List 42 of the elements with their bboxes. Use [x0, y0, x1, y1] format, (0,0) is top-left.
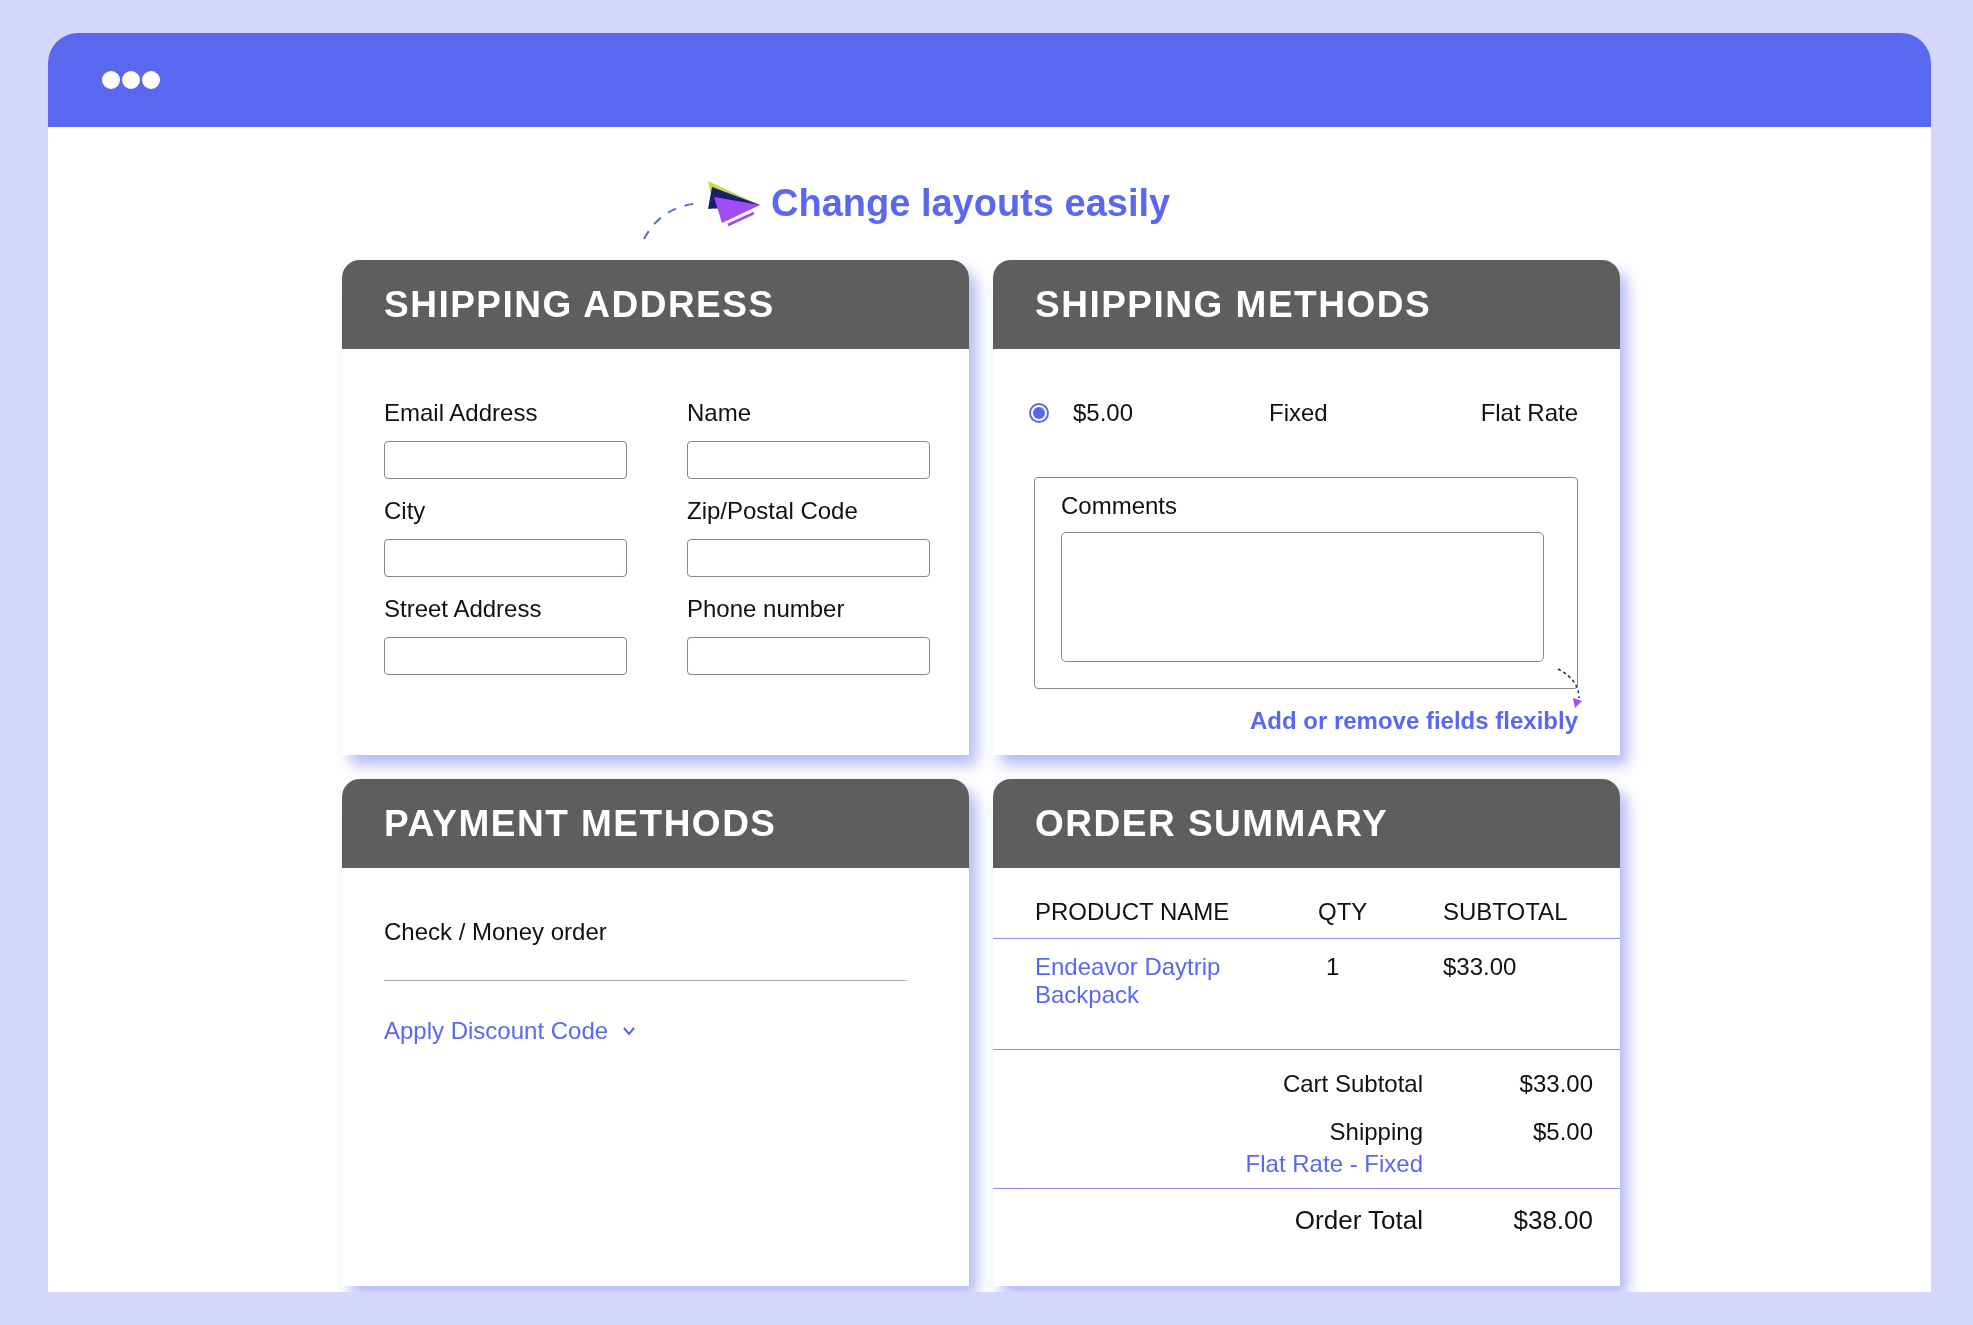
- input-field[interactable]: [384, 539, 627, 577]
- field-label: Comments: [1061, 492, 1179, 520]
- dashed-arrow-drawing: [1557, 668, 1583, 708]
- radio-button[interactable]: [1029, 403, 1049, 423]
- shipping-method: Fixed: [1269, 399, 1329, 427]
- card-title: PAYMENT METHODS: [384, 802, 777, 845]
- table-cell-text: 1: [1325, 953, 1341, 982]
- field-label: Name: [687, 399, 753, 427]
- card-title: SHIPPING METHODS: [1035, 283, 1432, 326]
- total-label: Order Total: [1294, 1205, 1423, 1236]
- annotation-text: Add or remove fields flexibly: [1248, 707, 1578, 735]
- total-label: Shipping: [1329, 1118, 1423, 1146]
- shipping-carrier: Flat Rate: [1480, 399, 1578, 427]
- window-dots-icon: [102, 70, 160, 90]
- input-field[interactable]: [687, 539, 930, 577]
- input-field[interactable]: [687, 637, 930, 675]
- discount-link[interactable]: Apply Discount Code: [384, 1017, 907, 1045]
- input-field[interactable]: [384, 637, 627, 675]
- total-value: $33.00: [1518, 1070, 1593, 1098]
- total-label: Cart Subtotal: [1282, 1070, 1423, 1098]
- comments-field[interactable]: [1061, 532, 1544, 662]
- field-label: Zip/Postal Code: [687, 497, 859, 525]
- column-header: QTY: [1318, 898, 1369, 926]
- input-field[interactable]: [687, 441, 930, 479]
- payment-method: Check / Money order: [384, 918, 608, 946]
- field-label: Email Address: [384, 399, 539, 427]
- card-title: SHIPPING ADDRESS: [384, 283, 775, 326]
- column-header: SUBTOTAL: [1443, 898, 1568, 926]
- chevron-down-icon: [622, 1026, 637, 1036]
- shipping-price: $5.00: [1073, 399, 1135, 427]
- total-value: $5.00: [1531, 1118, 1593, 1147]
- field-label: City: [384, 497, 427, 525]
- annotation-text: Change layouts easily: [771, 182, 1171, 225]
- shipping-note: Flat Rate - Fixed: [1245, 1150, 1423, 1178]
- field-label: Phone number: [687, 595, 846, 623]
- input-field[interactable]: [384, 441, 627, 479]
- field-label: Street Address: [384, 595, 543, 623]
- product-link[interactable]: Endeavor Daytrip Backpack: [1035, 953, 1255, 1049]
- card-title: ORDER SUMMARY: [1035, 802, 1389, 845]
- column-header: PRODUCT NAME: [1035, 898, 1231, 926]
- total-value: $38.00: [1512, 1205, 1593, 1236]
- table-cell-text: $33.00: [1443, 953, 1517, 982]
